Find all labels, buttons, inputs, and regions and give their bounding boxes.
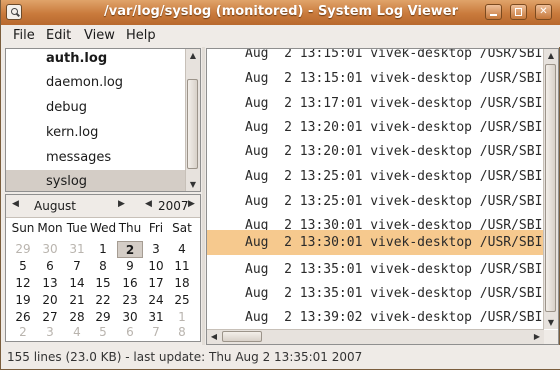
scrollbar-corner: [544, 330, 558, 344]
weekday-label: Sun: [11, 221, 35, 235]
log-file-item[interactable]: messages: [6, 146, 186, 170]
pane-divider[interactable]: [202, 47, 205, 345]
log-line[interactable]: Aug 2 13:15:01 vivek-desktop /USR/SBI: [207, 66, 545, 91]
calendar-day[interactable]: 23: [117, 292, 143, 309]
close-button[interactable]: [535, 4, 552, 20]
calendar-day[interactable]: 4: [64, 324, 90, 341]
scroll-right-arrow-icon[interactable]: ▶: [530, 330, 544, 343]
calendar-day[interactable]: 7: [64, 258, 90, 275]
menu-edit[interactable]: Edit: [46, 28, 71, 43]
log-file-item[interactable]: kern.log: [6, 121, 186, 145]
weekday-label: Wed: [90, 221, 117, 235]
calendar-day[interactable]: 25: [169, 292, 195, 309]
calendar-day[interactable]: 19: [10, 292, 36, 309]
log-line[interactable]: Aug 2 13:15:01 vivek-desktop /USR/SBI: [207, 49, 545, 66]
log-list-scrollbar[interactable]: ▲ ▼: [185, 49, 200, 191]
log-file-list: auth.log daemon.log debug kern.log messa…: [5, 48, 201, 192]
calendar-day[interactable]: 18: [169, 275, 195, 292]
log-view-vertical-scroll-thumb[interactable]: [545, 64, 556, 312]
calendar-day[interactable]: 29: [10, 241, 36, 258]
menu-file[interactable]: File: [13, 28, 35, 43]
calendar-month: August: [34, 199, 76, 213]
scroll-down-arrow-icon[interactable]: ▼: [186, 178, 200, 191]
next-year-arrow-icon[interactable]: ▶: [188, 199, 195, 209]
scroll-up-arrow-icon[interactable]: ▲: [544, 49, 558, 62]
calendar-header: ◀ August ▶ ◀ 2007 ▶: [6, 195, 200, 218]
window-title: /var/log/syslog (monitored) - System Log…: [103, 4, 459, 19]
calendar-day[interactable]: 11: [169, 258, 195, 275]
calendar-day[interactable]: 17: [143, 275, 169, 292]
status-bar: 155 lines (23.0 KB) - last update: Thu A…: [1, 345, 560, 369]
calendar-day-selected[interactable]: 2: [117, 241, 143, 258]
calendar-day[interactable]: 2: [10, 324, 36, 341]
menu-view[interactable]: View: [84, 28, 115, 43]
log-line[interactable]: Aug 2 13:17:01 vivek-desktop /USR/SBI: [207, 91, 545, 116]
calendar-day[interactable]: 6: [117, 324, 143, 341]
log-line[interactable]: Aug 2 13:39:02 vivek-desktop /USR/SBI: [207, 305, 545, 330]
calendar-day[interactable]: 7: [143, 324, 169, 341]
calendar-day[interactable]: 3: [143, 241, 169, 258]
log-view[interactable]: Aug 2 13:15:01 vivek-desktop /USR/SBI Au…: [206, 48, 559, 345]
calendar-day[interactable]: 16: [117, 275, 143, 292]
calendar: ◀ August ▶ ◀ 2007 ▶ Sun Mon Tue Wed Thu …: [5, 194, 201, 342]
calendar-day[interactable]: 20: [37, 292, 63, 309]
minimize-button[interactable]: [485, 4, 502, 20]
calendar-day[interactable]: 21: [64, 292, 90, 309]
calendar-day[interactable]: 15: [90, 275, 116, 292]
calendar-day[interactable]: 13: [37, 275, 63, 292]
log-line-highlighted[interactable]: Aug 2 13:30:01 vivek-desktop /USR/SBI: [207, 230, 545, 255]
maximize-button[interactable]: [510, 4, 527, 20]
next-month-arrow-icon[interactable]: ▶: [118, 199, 125, 209]
log-line[interactable]: Aug 2 13:25:01 vivek-desktop /USR/SBI: [207, 189, 545, 214]
calendar-day[interactable]: 9: [117, 258, 143, 275]
calendar-day[interactable]: 31: [64, 241, 90, 258]
log-view-vertical-scrollbar[interactable]: ▲ ▼: [543, 49, 558, 329]
log-line[interactable]: Aug 2 13:25:01 vivek-desktop /USR/SBI: [207, 164, 545, 189]
prev-year-arrow-icon[interactable]: ◀: [145, 199, 152, 209]
scroll-down-arrow-icon[interactable]: ▼: [544, 316, 558, 329]
prev-month-arrow-icon[interactable]: ◀: [12, 199, 19, 209]
weekday-label: Sat: [172, 221, 192, 235]
calendar-day[interactable]: 10: [143, 258, 169, 275]
calendar-day[interactable]: 22: [90, 292, 116, 309]
log-line[interactable]: Aug 2 13:20:01 vivek-desktop /USR/SBI: [207, 139, 545, 164]
log-view-horizontal-scroll-thumb[interactable]: [222, 331, 262, 342]
menu-bar: File Edit View Help: [1, 25, 560, 47]
calendar-day[interactable]: 6: [37, 258, 63, 275]
calendar-day[interactable]: 8: [90, 258, 116, 275]
scroll-left-arrow-icon[interactable]: ◀: [207, 330, 221, 343]
scroll-up-arrow-icon[interactable]: ▲: [186, 49, 200, 62]
log-view-horizontal-scrollbar[interactable]: ◀ ▶: [207, 329, 544, 344]
calendar-day[interactable]: 3: [37, 324, 63, 341]
calendar-day[interactable]: 4: [169, 241, 195, 258]
calendar-day[interactable]: 14: [64, 275, 90, 292]
calendar-day[interactable]: 1: [90, 241, 116, 258]
calendar-day[interactable]: 30: [37, 241, 63, 258]
calendar-year: 2007: [158, 199, 189, 213]
title-bar[interactable]: /var/log/syslog (monitored) - System Log…: [1, 0, 560, 26]
log-file-item[interactable]: daemon.log: [6, 71, 186, 95]
calendar-day[interactable]: 8: [169, 324, 195, 341]
calendar-day[interactable]: 5: [90, 324, 116, 341]
log-file-item[interactable]: debug: [6, 96, 186, 120]
weekday-label: Fri: [148, 221, 164, 235]
app-window: /var/log/syslog (monitored) - System Log…: [0, 0, 560, 370]
weekday-label: Mon: [37, 221, 63, 235]
weekday-label: Thu: [118, 221, 142, 235]
menu-help[interactable]: Help: [126, 28, 156, 43]
log-line[interactable]: Aug 2 13:35:01 vivek-desktop /USR/SBI: [207, 257, 545, 282]
calendar-day[interactable]: 5: [10, 258, 36, 275]
calendar-day[interactable]: 24: [143, 292, 169, 309]
log-file-item[interactable]: auth.log: [6, 49, 186, 71]
log-file-item-selected[interactable]: syslog: [6, 170, 186, 191]
log-line[interactable]: Aug 2 13:20:01 vivek-desktop /USR/SBI: [207, 115, 545, 140]
log-list-scroll-thumb[interactable]: [187, 79, 198, 169]
calendar-day[interactable]: 12: [10, 275, 36, 292]
weekday-label: Tue: [66, 221, 88, 235]
log-line[interactable]: Aug 2 13:35:01 vivek-desktop /USR/SBI: [207, 281, 545, 306]
